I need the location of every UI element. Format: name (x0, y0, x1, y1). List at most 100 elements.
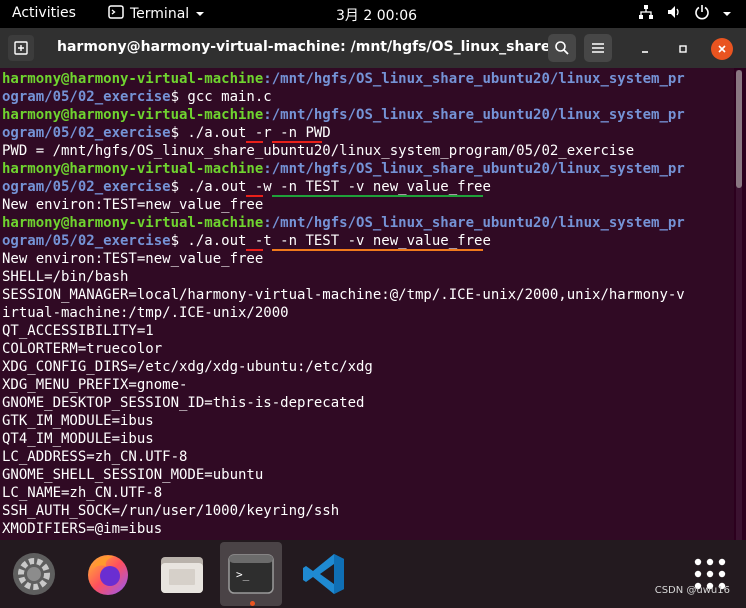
terminal-prompt-line: harmony@harmony-virtual-machine:/mnt/hgf… (2, 160, 734, 178)
terminal-output-line: GTK_IM_MODULE=ibus (2, 412, 734, 430)
terminal-icon: >_ (228, 554, 274, 594)
activities-button[interactable]: Activities (12, 5, 76, 21)
terminal-output-line: XDG_MENU_PREFIX=gnome- (2, 376, 734, 394)
terminal-prompt-line: harmony@harmony-virtual-machine:/mnt/hgf… (2, 214, 734, 232)
output-text: QT_ACCESSIBILITY=1 (2, 323, 154, 339)
chevron-down-icon[interactable] (722, 6, 732, 22)
dock-files[interactable] (156, 548, 208, 600)
app-name: Terminal (130, 6, 190, 22)
terminal-output-line: New environ:TEST=new_value_free (2, 196, 734, 214)
terminal-prompt-line: harmony@harmony-virtual-machine:/mnt/hgf… (2, 70, 734, 88)
clock[interactable]: 3月 2 00:06 (336, 5, 417, 25)
terminal-output-line: GNOME_SHELL_SESSION_MODE=ubuntu (2, 466, 734, 484)
vscode-icon (303, 554, 344, 594)
chevron-down-icon (195, 6, 205, 22)
output-text: SSH_AUTH_SOCK=/run/user/1000/keyring/ssh (2, 503, 340, 519)
terminal-output-line: COLORTERM=truecolor (2, 340, 734, 358)
svg-text:>_: >_ (236, 568, 250, 581)
volume-icon[interactable] (666, 4, 682, 24)
terminal-output-line: LC_ADDRESS=zh_CN.UTF-8 (2, 448, 734, 466)
hamburger-icon (592, 43, 604, 53)
output-text: New environ:TEST=new_value_free (2, 197, 264, 213)
command-text: $ ./a.out -w -n TEST -v new_value_free (170, 179, 491, 195)
terminal-prompt-line: ogram/05/02_exercise$ ./a.out -w -n TEST… (2, 178, 734, 197)
output-text: XDG_MENU_PREFIX=gnome- (2, 377, 188, 393)
search-button[interactable] (548, 34, 576, 62)
output-text: GNOME_DESKTOP_SESSION_ID=this-is-depreca… (2, 395, 365, 411)
maximize-button[interactable] (672, 38, 694, 60)
terminal-output-line: New environ:TEST=new_value_free (2, 250, 734, 268)
terminal-output-line: LC_NAME=zh_CN.UTF-8 (2, 484, 734, 502)
prompt-path: :/mnt/hgfs/OS_linux_share_ubuntu20/linux… (263, 161, 685, 177)
output-text: LC_NAME=zh_CN.UTF-8 (2, 485, 163, 501)
power-icon[interactable] (694, 4, 710, 24)
output-text: PWD = /mnt/hgfs/OS_linux_share_ubuntu20/… (2, 143, 635, 159)
system-tray[interactable] (638, 4, 732, 24)
prompt-path: ogram/05/02_exercise (2, 125, 171, 141)
settings-icon (13, 553, 55, 595)
terminal-output[interactable]: harmony@harmony-virtual-machine:/mnt/hgf… (0, 68, 734, 542)
output-text: GTK_IM_MODULE=ibus (2, 413, 154, 429)
terminal-output-line: XMODIFIERS=@im=ibus (2, 520, 734, 538)
close-button[interactable] (711, 38, 733, 60)
prompt-user-host: harmony@harmony-virtual-machine (2, 107, 264, 123)
prompt-path: :/mnt/hgfs/OS_linux_share_ubuntu20/linux… (263, 107, 685, 123)
command-text: $ ./a.out -t -n TEST -v new_value_free (170, 233, 491, 249)
terminal-output-line: irtual-machine:/tmp/.ICE-unix/2000 (2, 304, 734, 322)
terminal-output-line: SSH_AUTH_SOCK=/run/user/1000/keyring/ssh (2, 502, 734, 520)
terminal-output-line: QT4_IM_MODULE=ibus (2, 430, 734, 448)
prompt-path: ogram/05/02_exercise (2, 179, 171, 195)
window-title: harmony@harmony-virtual-machine: /mnt/hg… (57, 39, 574, 55)
minimize-icon (642, 51, 648, 53)
terminal-prompt-line: ogram/05/02_exercise$ gcc main.c (2, 88, 734, 106)
dock-terminal[interactable]: >_ (220, 542, 282, 606)
top-bar: Activities Terminal 3月 2 00:06 (0, 0, 746, 28)
output-text: XMODIFIERS=@im=ibus (2, 521, 163, 537)
terminal-output-line: SHELL=/bin/bash (2, 268, 734, 286)
terminal-output-line: SESSION_MANAGER=local/harmony-virtual-ma… (2, 286, 734, 304)
watermark: CSDN @uwu16 (654, 585, 730, 596)
scrollbar[interactable] (736, 70, 742, 540)
dock-vscode[interactable] (298, 548, 350, 600)
terminal-output-line: PWD = /mnt/hgfs/OS_linux_share_ubuntu20/… (2, 142, 734, 160)
output-text: XDG_CONFIG_DIRS=/etc/xdg/xdg-ubuntu:/etc… (2, 359, 373, 375)
close-icon (718, 45, 726, 53)
output-text: GNOME_SHELL_SESSION_MODE=ubuntu (2, 467, 264, 483)
dock: >_ (0, 540, 746, 608)
prompt-user-host: harmony@harmony-virtual-machine (2, 161, 264, 177)
app-menu[interactable]: Terminal (108, 5, 205, 23)
firefox-icon (88, 555, 128, 595)
prompt-path: :/mnt/hgfs/OS_linux_share_ubuntu20/linux… (263, 215, 685, 231)
terminal-prompt-line: ogram/05/02_exercise$ ./a.out -r -n PWD (2, 124, 734, 143)
output-text: COLORTERM=truecolor (2, 341, 163, 357)
output-text: irtual-machine:/tmp/.ICE-unix/2000 (2, 305, 289, 321)
terminal-prompt-line: harmony@harmony-virtual-machine:/mnt/hgf… (2, 106, 734, 124)
new-tab-button[interactable] (8, 35, 34, 61)
command-text: $ gcc main.c (170, 89, 272, 105)
scrollbar-thumb[interactable] (736, 70, 742, 188)
terminal-prompt-line: ogram/05/02_exercise$ ./a.out -t -n TEST… (2, 232, 734, 251)
dock-firefox[interactable] (82, 548, 134, 600)
output-text: SHELL=/bin/bash (2, 269, 129, 285)
maximize-icon (679, 45, 687, 53)
dock-settings[interactable] (8, 548, 60, 600)
prompt-user-host: harmony@harmony-virtual-machine (2, 71, 264, 87)
running-indicator (250, 601, 255, 606)
prompt-path: :/mnt/hgfs/OS_linux_share_ubuntu20/linux… (263, 71, 685, 87)
terminal-lines: harmony@harmony-virtual-machine:/mnt/hgf… (0, 68, 734, 538)
terminal-output-line: GNOME_DESKTOP_SESSION_ID=this-is-depreca… (2, 394, 734, 412)
network-icon[interactable] (638, 4, 654, 24)
search-icon (555, 41, 569, 55)
terminal-titlebar: harmony@harmony-virtual-machine: /mnt/hg… (0, 28, 746, 68)
command-text: $ ./a.out -r -n PWD (170, 125, 331, 141)
output-text: SESSION_MANAGER=local/harmony-virtual-ma… (2, 287, 685, 303)
prompt-path: ogram/05/02_exercise (2, 233, 171, 249)
new-tab-icon (14, 41, 28, 55)
minimize-button[interactable] (634, 38, 656, 60)
prompt-path: ogram/05/02_exercise (2, 89, 171, 105)
prompt-user-host: harmony@harmony-virtual-machine (2, 215, 264, 231)
menu-button[interactable] (584, 34, 612, 62)
terminal-output-line: XDG_CONFIG_DIRS=/etc/xdg/xdg-ubuntu:/etc… (2, 358, 734, 376)
output-text: QT4_IM_MODULE=ibus (2, 431, 154, 447)
output-text: New environ:TEST=new_value_free (2, 251, 264, 267)
